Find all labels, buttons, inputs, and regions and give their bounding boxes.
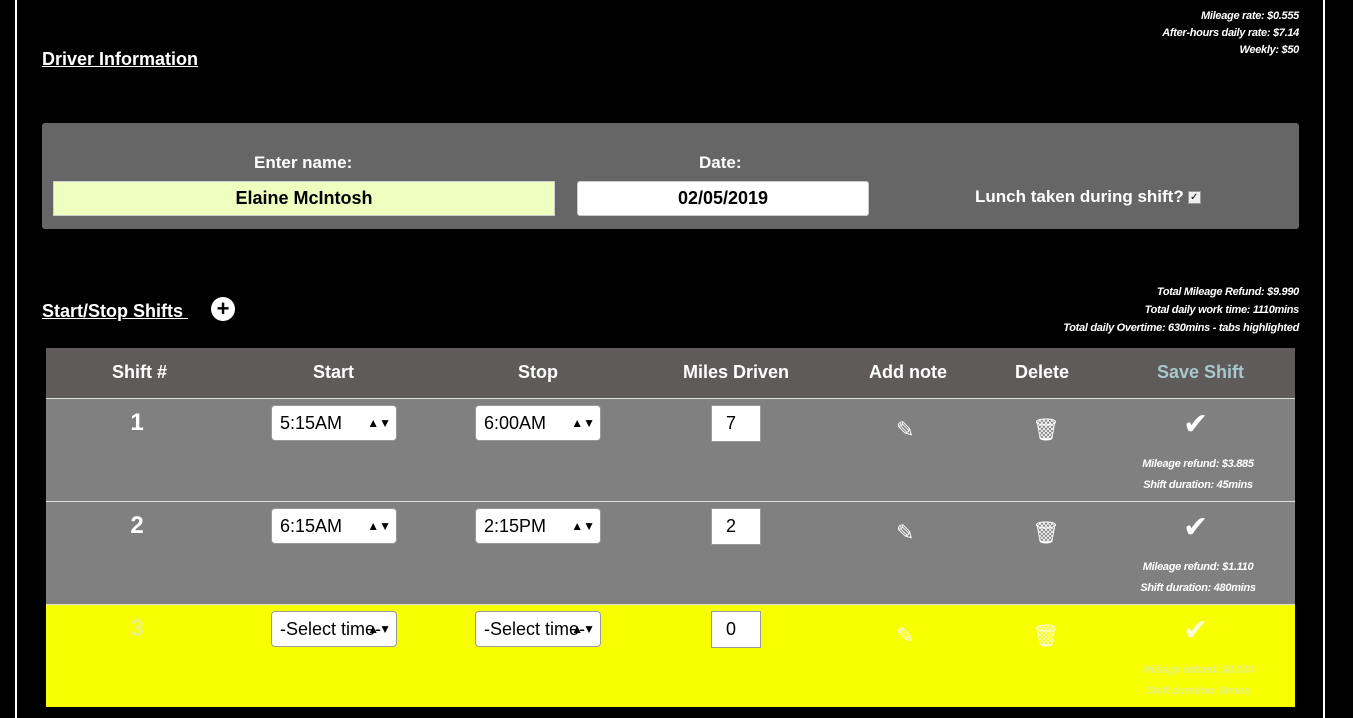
miles-input[interactable]: 0 — [711, 611, 761, 648]
totals-info: Total Mileage Refund: $9.990 Total daily… — [1063, 283, 1299, 337]
pencil-icon[interactable]: ✎ — [896, 623, 914, 649]
shift-number: 2 — [130, 512, 144, 539]
select-arrows-icon: ▲▼ — [571, 416, 595, 430]
checkmark-icon[interactable]: ✔ — [1183, 407, 1208, 442]
pencil-icon[interactable]: ✎ — [896, 520, 914, 546]
checkmark-icon[interactable]: ✔ — [1183, 510, 1208, 545]
trash-icon[interactable]: 🗑 — [1032, 623, 1060, 649]
shift-info: Mileage refund: $0.000 Shift duration: 0… — [1106, 660, 1290, 702]
select-arrows-icon: ▲▼ — [571, 622, 595, 636]
total-mileage-refund: Total Mileage Refund: $9.990 — [1156, 286, 1299, 298]
shift-duration: Shift duration: 480mins — [1140, 582, 1256, 594]
shift-info: Mileage refund: $3.885 Shift duration: 4… — [1106, 454, 1290, 496]
header-shift-num: Shift # — [112, 362, 168, 382]
pencil-icon[interactable]: ✎ — [896, 417, 914, 443]
trash-icon[interactable]: 🗑 — [1032, 417, 1060, 443]
table-row: 2 6:15AM ▲▼ 2:15PM ▲▼ 2 ✎ 🗑 ✔ Mileage refu… — [46, 501, 1295, 604]
start-time-select[interactable]: -Select time- ▲▼ — [271, 611, 397, 647]
select-arrows-icon: ▲▼ — [367, 416, 391, 430]
start-time-select[interactable]: 5:15AM ▲▼ — [271, 405, 397, 441]
header-miles: Miles Driven — [683, 362, 790, 382]
header-delete: Delete — [1015, 362, 1070, 382]
name-label: Enter name: — [254, 153, 353, 172]
header-save: Save Shift — [1157, 362, 1245, 382]
driver-information-title: Driver Information — [42, 49, 199, 69]
stop-time-select[interactable]: 6:00AM ▲▼ — [475, 405, 601, 441]
lunch-toggle[interactable]: Lunch taken during shift? ✓ — [975, 187, 1201, 207]
stop-time-select[interactable]: 2:15PM ▲▼ — [475, 508, 601, 544]
stop-time-value: 2:15PM — [484, 516, 547, 536]
name-input[interactable]: Elaine McIntosh — [53, 181, 555, 216]
lunch-checkbox[interactable]: ✓ — [1187, 190, 1201, 204]
shift-number: 3 — [130, 615, 144, 642]
name-value: Elaine McIntosh — [235, 188, 373, 208]
total-work-time: Total daily work time: 1110mins — [1144, 304, 1300, 316]
header-start: Start — [313, 362, 355, 382]
shift-duration: Shift duration: 45mins — [1143, 479, 1253, 491]
total-overtime: Total daily Overtime: 630mins - tabs hig… — [1063, 322, 1299, 334]
start-time-value: 6:15AM — [280, 516, 343, 536]
shifts-table-header: Shift # Start Stop Miles Driven Add note… — [46, 348, 1295, 398]
mileage-refund: Mileage refund: $3.885 — [1142, 458, 1254, 470]
left-border — [15, 0, 17, 718]
miles-input[interactable]: 7 — [711, 405, 761, 442]
mileage-refund: Mileage refund: $0.000 — [1142, 664, 1254, 676]
driver-panel: Enter name: Elaine McIntosh Date: 02/05/… — [42, 123, 1299, 229]
weekly-rate: Weekly: $50 — [1239, 44, 1300, 56]
header-stop: Stop — [518, 362, 558, 382]
shift-number: 1 — [130, 409, 144, 436]
checkmark-icon[interactable]: ✔ — [1183, 613, 1208, 648]
date-value: 02/05/2019 — [677, 188, 769, 208]
stop-time-value: -Select time- — [484, 619, 586, 639]
select-arrows-icon: ▲▼ — [367, 519, 391, 533]
shifts-table: Shift # Start Stop Miles Driven Add note… — [46, 348, 1295, 707]
rates-info: Mileage rate: $0.555 After-hours daily r… — [1162, 8, 1299, 59]
select-arrows-icon: ▲▼ — [367, 622, 391, 636]
start-stop-shifts-title: Start/Stop Shifts — [42, 301, 189, 321]
select-arrows-icon: ▲▼ — [571, 519, 595, 533]
mileage-refund: Mileage refund: $1.110 — [1142, 561, 1254, 573]
table-row: 1 5:15AM ▲▼ 6:00AM ▲▼ 7 ✎ 🗑 ✔ Mileage refu… — [46, 398, 1295, 501]
after-hours-rate: After-hours daily rate: $7.14 — [1162, 27, 1299, 39]
stop-time-value: 6:00AM — [484, 413, 547, 433]
shift-duration: Shift duration: 0mins — [1146, 685, 1250, 697]
stop-time-select[interactable]: -Select time- ▲▼ — [475, 611, 601, 647]
lunch-label: Lunch taken during shift? — [975, 187, 1184, 206]
right-border — [1323, 0, 1325, 718]
start-time-select[interactable]: 6:15AM ▲▼ — [271, 508, 397, 544]
date-label: Date: — [699, 153, 742, 172]
mileage-rate: Mileage rate: $0.555 — [1201, 10, 1299, 22]
date-input[interactable]: 02/05/2019 — [577, 181, 869, 216]
start-time-value: 5:15AM — [280, 413, 343, 433]
header-note: Add note — [869, 362, 947, 382]
table-row-highlighted: 3 -Select time- ▲▼ -Select time- ▲▼ 0 ✎ 🗑 … — [46, 604, 1295, 707]
trash-icon[interactable]: 🗑 — [1032, 520, 1060, 546]
miles-input[interactable]: 2 — [711, 508, 761, 545]
start-time-value: -Select time- — [280, 619, 382, 639]
plus-circle-icon[interactable]: + — [211, 297, 235, 321]
shift-info: Mileage refund: $1.110 Shift duration: 4… — [1106, 557, 1290, 599]
